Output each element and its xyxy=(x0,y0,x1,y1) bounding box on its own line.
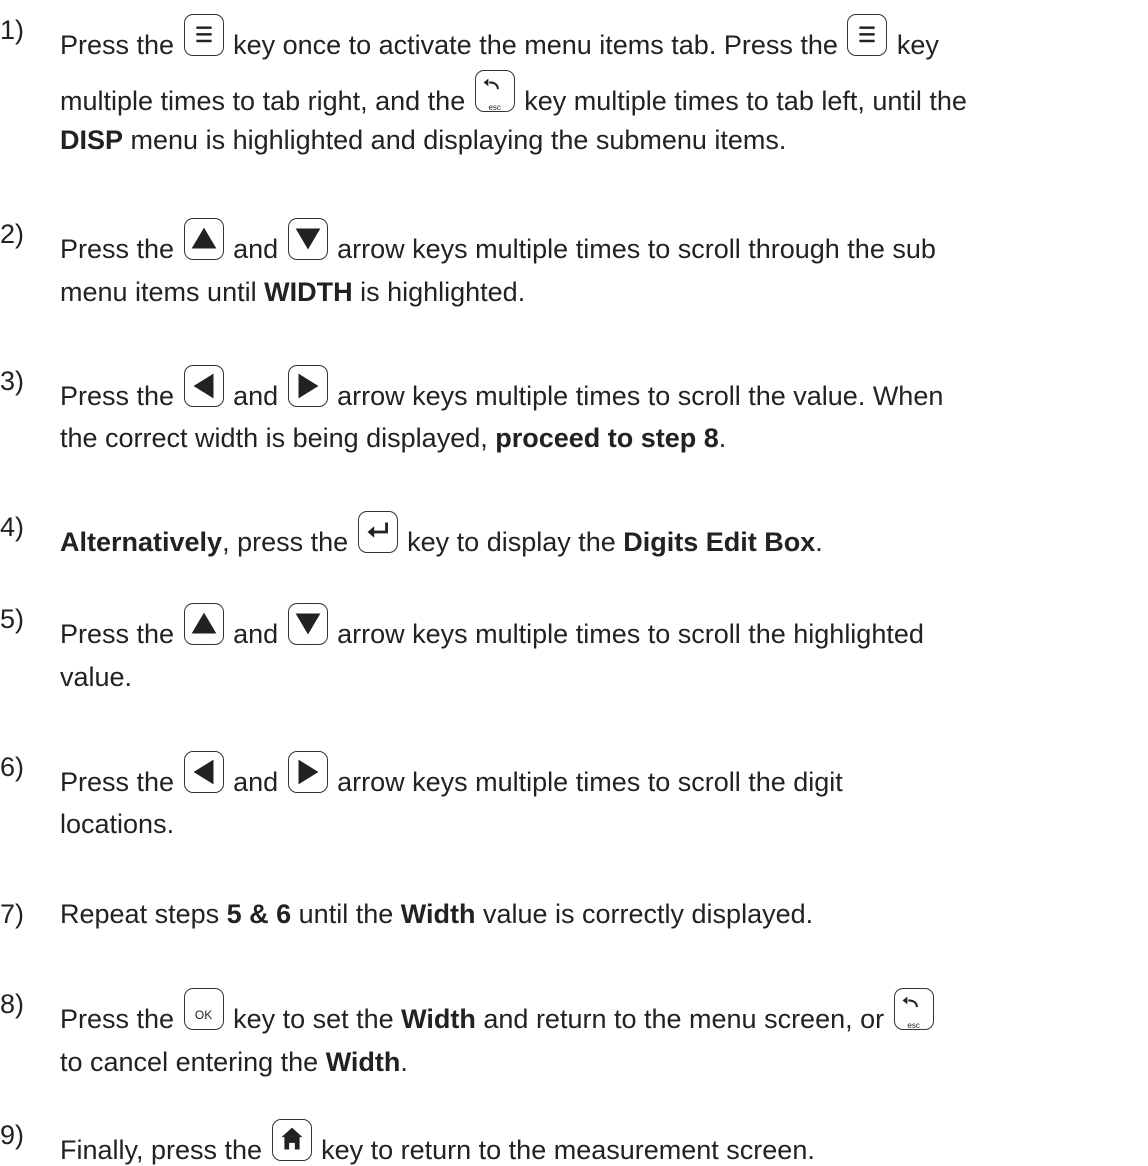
text-segment: locations. xyxy=(60,809,175,839)
menu-key-icon xyxy=(847,14,888,56)
step-text: Repeat steps 5 & 6 until the Width value… xyxy=(60,898,813,930)
text-segment: menu is highlighted and displaying the s… xyxy=(123,125,787,155)
emphasis-text: Alternatively xyxy=(60,527,223,557)
text-segment: and xyxy=(225,381,286,411)
text-segment: key xyxy=(889,30,939,60)
right-key-icon xyxy=(287,751,328,793)
step-text: menu items until WIDTH is highlighted. xyxy=(60,276,525,308)
text-segment: key to set the xyxy=(225,1004,402,1034)
right-key-icon xyxy=(287,365,328,407)
step-number: 8) xyxy=(0,989,25,1019)
up-key-icon xyxy=(183,218,224,260)
text-segment: key multiple times to tab left, until th… xyxy=(516,86,967,116)
left-key-icon xyxy=(183,365,224,407)
esc-key-icon: esc xyxy=(474,70,515,112)
text-segment: . xyxy=(400,1047,408,1077)
esc-key-icon: esc xyxy=(893,988,934,1030)
text-segment: Press the xyxy=(60,767,182,797)
step-text: locations. xyxy=(60,808,174,840)
esc-key-label: esc xyxy=(488,103,501,112)
text-segment: Finally, press the xyxy=(60,1135,270,1165)
text-segment: Press the xyxy=(60,381,182,411)
step-text: Press the and arrow keys multiple times … xyxy=(60,603,924,650)
step-number: 5) xyxy=(0,604,25,634)
text-segment: Press the xyxy=(60,619,182,649)
text-segment: and xyxy=(225,619,286,649)
text-segment: until the xyxy=(291,899,401,929)
text-segment: arrow keys multiple times to scroll thro… xyxy=(329,234,936,264)
text-segment: key once to activate the menu items tab.… xyxy=(225,30,846,60)
emphasis-text: Digits Edit Box xyxy=(623,527,816,557)
text-segment: arrow keys multiple times to scroll the … xyxy=(329,767,843,797)
emphasis-text: Width xyxy=(400,899,476,929)
text-segment: Press the xyxy=(60,30,182,60)
step-text: Finally, press the key to return to the … xyxy=(60,1119,815,1166)
text-segment: is highlighted. xyxy=(352,277,526,307)
up-key-icon xyxy=(183,603,224,645)
text-segment: and return to the menu screen, or xyxy=(475,1004,892,1034)
step-text: to cancel entering the Width. xyxy=(60,1046,408,1078)
step-number: 3) xyxy=(0,366,25,396)
step-text: Press the OK key to set the Width and re… xyxy=(60,988,936,1035)
left-key-icon xyxy=(183,751,224,793)
text-segment: arrow keys multiple times to scroll the … xyxy=(329,619,924,649)
text-segment: . xyxy=(815,527,823,557)
step-number: 4) xyxy=(0,512,25,542)
step-text: DISP menu is highlighted and displaying … xyxy=(60,124,786,156)
step-text: Press the key once to activate the menu … xyxy=(60,14,939,61)
text-segment: key to return to the measurement screen. xyxy=(313,1135,815,1165)
text-segment: the correct width is being displayed, xyxy=(60,423,496,453)
text-segment: value is correctly displayed. xyxy=(475,899,814,929)
menu-key-icon xyxy=(183,14,224,56)
step-text: multiple times to tab right, and the esc… xyxy=(60,70,967,117)
text-segment: . xyxy=(718,423,727,453)
text-segment: menu items until xyxy=(60,277,265,307)
down-key-icon xyxy=(287,218,328,260)
emphasis-text: 5 & 6 xyxy=(226,899,292,929)
step-number: 6) xyxy=(0,752,25,782)
text-segment: value. xyxy=(60,662,133,692)
text-segment: multiple times to tab right, and the xyxy=(60,86,473,116)
text-segment: arrow keys multiple times to scroll the … xyxy=(329,381,944,411)
text-segment: to cancel entering the xyxy=(60,1047,326,1077)
step-text: value. xyxy=(60,661,132,693)
step-text: Press the and arrow keys multiple times … xyxy=(60,365,943,412)
step-text: Press the and arrow keys multiple times … xyxy=(60,751,843,798)
text-segment: Press the xyxy=(60,1004,182,1034)
text-segment: , press the xyxy=(222,527,356,557)
emphasis-text: WIDTH xyxy=(264,277,353,307)
esc-key-label: esc xyxy=(907,1021,920,1030)
down-key-icon xyxy=(287,603,328,645)
text-segment: and xyxy=(225,234,286,264)
text-segment: Repeat steps xyxy=(60,899,227,929)
ok-key-label: OK xyxy=(194,1008,213,1022)
emphasis-text: Width xyxy=(401,1004,476,1034)
step-number: 7) xyxy=(0,899,25,929)
text-segment: and xyxy=(225,767,286,797)
step-text: Alternatively, press the key to display … xyxy=(60,511,823,558)
emphasis-text: DISP xyxy=(60,125,124,155)
step-number: 1) xyxy=(0,15,25,45)
ok-key-icon: OK xyxy=(183,988,224,1030)
text-segment: Press the xyxy=(60,234,182,264)
step-number: 9) xyxy=(0,1120,25,1150)
home-key-icon xyxy=(271,1119,312,1161)
enter-key-icon xyxy=(357,511,398,553)
step-number: 2) xyxy=(0,219,25,249)
emphasis-text: Width xyxy=(325,1047,401,1077)
emphasis-text: proceed to step 8 xyxy=(495,423,719,453)
step-text: Press the and arrow keys multiple times … xyxy=(60,218,936,265)
step-text: the correct width is being displayed, pr… xyxy=(60,422,726,454)
text-segment: key to display the xyxy=(399,527,624,557)
